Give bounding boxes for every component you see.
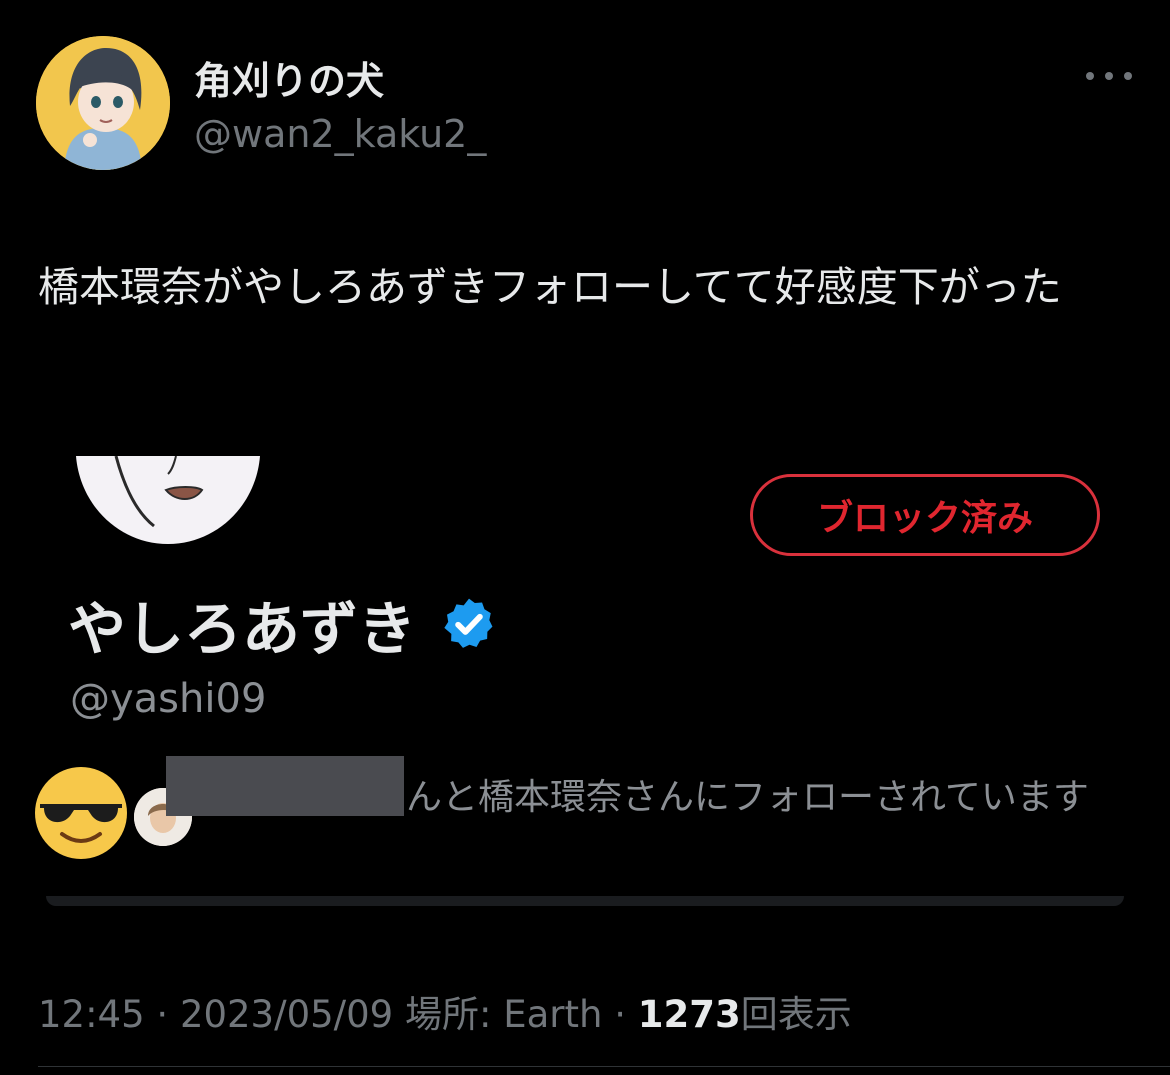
meta-separator: · <box>614 993 626 1036</box>
embedded-profile-image[interactable]: ブロック済み やしろあずき @yashi09 んと橋本環奈さんにフォローされてい… <box>0 456 1170 916</box>
tweet-date[interactable]: 2023/05/09 <box>180 993 393 1036</box>
embed-card-edge <box>46 896 1124 906</box>
sunglasses-emoji-icon <box>35 767 127 859</box>
views-count[interactable]: 1273 <box>638 993 741 1036</box>
author-handle[interactable]: @wan2_kaku2_ <box>194 112 486 156</box>
blocked-button[interactable]: ブロック済み <box>750 474 1100 556</box>
more-dot <box>1105 72 1113 80</box>
more-icon[interactable] <box>1086 58 1132 94</box>
divider <box>38 1066 1170 1067</box>
followed-by-row: んと橋本環奈さんにフォローされています <box>34 756 1134 886</box>
author-name[interactable]: 角刈りの犬 <box>194 50 384 105</box>
tweet-time[interactable]: 12:45 <box>38 993 145 1036</box>
embedded-profile-avatar <box>76 456 260 544</box>
followed-by-text: んと橋本環奈さんにフォローされています <box>406 777 1089 818</box>
meta-separator: · <box>156 993 169 1036</box>
author-avatar[interactable] <box>36 36 170 170</box>
tweet-location: 場所: Earth <box>404 993 603 1036</box>
verified-badge-icon <box>444 598 493 648</box>
profile-handle: @yashi09 <box>70 676 267 722</box>
more-dot <box>1086 72 1094 80</box>
author-avatar-art <box>36 36 170 170</box>
profile-name-text: やしろあずき <box>68 595 417 663</box>
views-label[interactable]: 回表示 <box>741 993 852 1036</box>
tweet-meta: 12:45 · 2023/05/09 場所: Earth · 1273回表示 <box>38 984 852 1038</box>
profile-name: やしろあずき <box>68 582 498 666</box>
tweet-text: 橋本環奈がやしろあずきフォローしてて好感度下がった <box>38 263 1062 311</box>
more-dot <box>1124 72 1132 80</box>
